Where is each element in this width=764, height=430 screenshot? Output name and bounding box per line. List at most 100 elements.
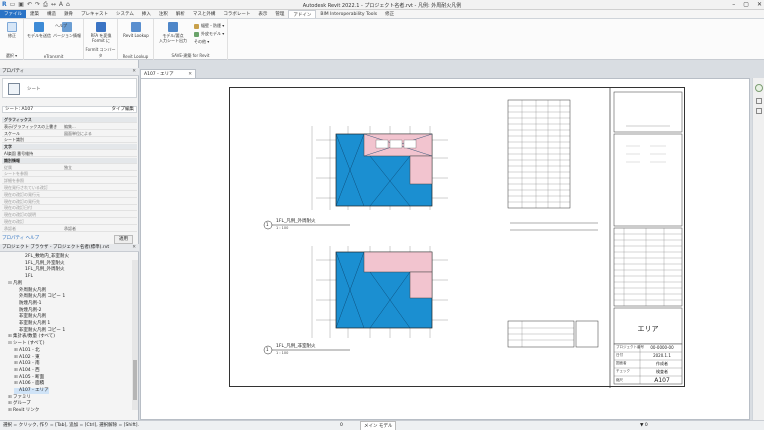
browser-item[interactable]: A107 - エリア: [14, 388, 49, 394]
minimize-icon[interactable]: –: [732, 1, 735, 8]
wall-icon: [194, 23, 199, 29]
browser-item[interactable]: ⊞A103 - 南: [14, 361, 40, 367]
property-value: 図面単位による: [64, 130, 92, 136]
browser-item[interactable]: 防煙凡例-2: [14, 308, 42, 314]
browser-scrollbar[interactable]: [132, 260, 138, 410]
help-button[interactable]: ヘルプ: [55, 23, 67, 29]
tab-1[interactable]: 建築: [26, 10, 43, 18]
browser-item[interactable]: ⊞ファミリ: [8, 395, 31, 401]
property-row[interactable]: 現在の改訂の発行元: [2, 192, 137, 198]
floor-plan-2: [311, 246, 448, 338]
browser-item-label: A101 - 北: [19, 347, 40, 353]
view-cube-icon[interactable]: [755, 84, 763, 92]
browser-item[interactable]: ⊟凡例: [8, 281, 22, 287]
model-output-button[interactable]: モデル/要点 入力シート出力: [156, 22, 190, 43]
material-dropdown[interactable]: 外皮モデル ▾: [194, 31, 224, 37]
browser-item-label: 非室耐火凡例: [19, 314, 46, 320]
plan-title-1[interactable]: 1FL_凡例_外周耐火: [276, 218, 315, 224]
property-row[interactable]: 現在の改訂日付: [2, 205, 137, 212]
property-row[interactable]: 現在の改訂の説明: [2, 212, 137, 219]
browser-item-label: A107 - エリア: [19, 388, 49, 393]
browser-item[interactable]: ⊞A105 - 断面: [14, 375, 44, 381]
property-row[interactable]: 承認者 承認者: [2, 226, 137, 232]
property-row[interactable]: 現在発行されている改訂: [2, 185, 137, 191]
browser-item[interactable]: ⊞集計表/数量 (すべて): [8, 334, 55, 340]
tab-4[interactable]: プレキャスト: [77, 10, 112, 18]
tab-6[interactable]: 挿入: [138, 10, 155, 18]
browser-item[interactable]: ⊟シート (すべて): [8, 341, 44, 347]
tab-9[interactable]: マスと外構: [189, 10, 220, 18]
property-row[interactable]: 従属 独立: [2, 165, 137, 171]
property-category[interactable]: 文字: [2, 144, 137, 151]
area-schedule: [507, 99, 571, 209]
canvas-scrollbar[interactable]: [752, 78, 764, 420]
close-icon[interactable]: ✕: [757, 1, 762, 8]
close-icon[interactable]: ✕: [132, 68, 136, 76]
browser-item[interactable]: ⊞A101 - 北: [14, 348, 40, 354]
browser-item[interactable]: ⊞A104 - 西: [14, 368, 40, 374]
browser-item[interactable]: ⊞A106 - 面積: [14, 381, 44, 387]
tab-12[interactable]: 管理: [271, 10, 288, 18]
modify-button[interactable]: 修正: [3, 22, 21, 38]
tab-3[interactable]: 鉄骨: [60, 10, 77, 18]
browser-item[interactable]: 2FL_敷地内_非室耐火: [20, 254, 69, 260]
browser-item[interactable]: 1FL: [20, 274, 33, 280]
ribbon-tabs: ファイル 建築 構造 鉄骨 プレキャスト システム 挿入 注釈 解析 マスと外構 コラボレート 表示管…: [0, 10, 764, 19]
tab-14[interactable]: BIM Interoperability Tools: [316, 10, 381, 18]
properties-help-link[interactable]: プロパティ ヘルプ: [2, 236, 39, 241]
property-row[interactable]: 表示/グラフィックスの上書き 編集...: [2, 124, 137, 130]
browser-item[interactable]: 非室耐火凡例 コピー 1: [14, 328, 65, 334]
browser-item[interactable]: 1FL_凡例_外周耐火: [20, 267, 64, 273]
edit-type-button[interactable]: タイプ編集: [112, 107, 135, 113]
plan-title-2[interactable]: 1FL_凡例_非室耐火: [276, 343, 315, 349]
tab-8[interactable]: 解析: [172, 10, 189, 18]
settings-dropdown[interactable]: 幅壁・防煙 ▾: [194, 23, 224, 29]
instance-filter[interactable]: シート: A107 タイプ編集: [2, 106, 137, 113]
tab-10[interactable]: コラボレート: [219, 10, 254, 18]
property-row[interactable]: シート識別: [2, 137, 137, 144]
apply-button[interactable]: 適用: [114, 235, 133, 244]
filter-icon[interactable]: ▼ 0: [640, 421, 648, 430]
tab-5[interactable]: システム: [112, 10, 138, 18]
other-dropdown[interactable]: その他 ▾: [194, 39, 209, 45]
browser-item[interactable]: ⊞グループ: [8, 401, 31, 407]
browser-item[interactable]: 非室耐火凡例 1: [14, 321, 50, 327]
close-icon[interactable]: ✕: [132, 244, 136, 252]
property-row[interactable]: 現在の改訂: [2, 219, 137, 225]
browser-item[interactable]: 防煙凡例-1: [14, 301, 42, 307]
scrollbar-thumb[interactable]: [133, 360, 137, 400]
browser-item[interactable]: 外周耐火凡例 コピー 1: [14, 294, 65, 300]
navigation-wheel-icon[interactable]: [756, 98, 762, 104]
maximize-icon[interactable]: ▢: [743, 1, 749, 8]
browser-item-label: 1FL_凡例_外周耐火: [25, 267, 65, 273]
browser-item[interactable]: ⊞Revit リンク: [8, 408, 39, 414]
revit-lookup-button[interactable]: Revit Lookup: [122, 22, 150, 38]
select-dropdown[interactable]: 選択 ▾: [0, 53, 23, 59]
tab-7[interactable]: 注釈: [155, 10, 172, 18]
browser-item-label: 非室耐火凡例 コピー 1: [19, 327, 66, 333]
tab-11[interactable]: 表示: [254, 10, 271, 18]
tab-15[interactable]: 修正: [381, 10, 398, 18]
browser-item[interactable]: 外周耐火凡例: [14, 288, 46, 294]
tab-2[interactable]: 構造: [43, 10, 60, 18]
property-row[interactable]: AI楽園 番号維持: [2, 151, 137, 157]
browser-item[interactable]: 非室耐火凡例: [14, 314, 46, 320]
browser-item[interactable]: ⊞A102 - 東: [14, 355, 40, 361]
title-block: [609, 88, 683, 388]
transmit-model-button[interactable]: モデルを送信: [26, 22, 52, 38]
view-tab[interactable]: A107 - エリア ✕: [140, 69, 196, 78]
property-row[interactable]: 現在の改訂の発行先: [2, 199, 137, 205]
rfa-to-formit-button[interactable]: RFA を変換 Formit に: [88, 22, 114, 43]
property-category[interactable]: 識別情報: [2, 157, 137, 164]
property-row[interactable]: シートを参照: [2, 171, 137, 178]
tab-13[interactable]: アドイン: [288, 10, 317, 18]
type-selector[interactable]: シート: [2, 78, 137, 98]
transmit-icon: [34, 22, 44, 32]
property-row[interactable]: スケール 図面単位による: [2, 131, 137, 137]
design-option-select[interactable]: メイン モデル: [360, 421, 397, 430]
property-row[interactable]: 詳細を参照: [2, 178, 137, 185]
browser-item[interactable]: 1FL_凡例_外室耐火: [20, 261, 64, 267]
property-category[interactable]: グラフィックス: [2, 117, 137, 123]
tab-0[interactable]: ファイル: [0, 10, 26, 18]
zoom-icon[interactable]: [756, 108, 762, 114]
